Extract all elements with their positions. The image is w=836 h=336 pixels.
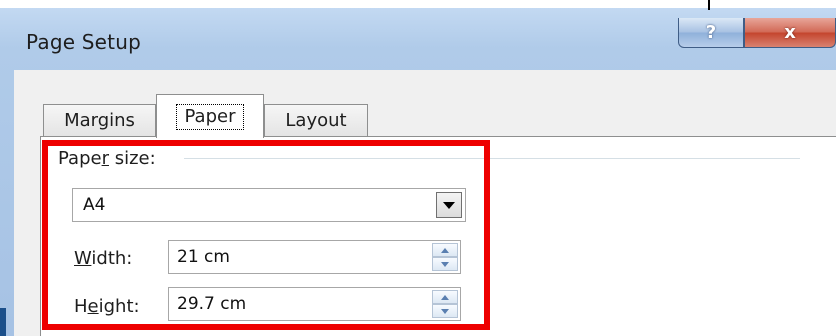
width-stepper[interactable]: 21 cm	[168, 240, 461, 274]
dropdown-arrow-button[interactable]	[436, 192, 462, 218]
tab-margins-label: Margins	[64, 110, 135, 131]
arrow-up-icon	[441, 247, 449, 253]
paper-size-value: A4	[83, 195, 106, 215]
tab-layout-label: Layout	[285, 110, 347, 131]
tab-paper-label: Paper	[175, 103, 245, 130]
height-increment-button[interactable]	[432, 290, 458, 304]
arrow-down-icon	[441, 261, 449, 267]
paper-size-select[interactable]: A4	[72, 188, 466, 222]
height-decrement-button[interactable]	[432, 304, 458, 318]
height-spin-buttons	[432, 290, 458, 318]
tab-margins[interactable]: Margins	[43, 104, 156, 136]
width-decrement-button[interactable]	[432, 257, 458, 271]
corner-mark	[708, 0, 710, 10]
chevron-down-icon	[443, 201, 455, 209]
width-increment-button[interactable]	[432, 243, 458, 257]
height-label: Height:	[74, 296, 140, 317]
height-stepper[interactable]: 29.7 cm	[168, 287, 461, 321]
help-button[interactable]: ?	[678, 18, 744, 48]
arrow-down-icon	[441, 308, 449, 314]
tab-layout[interactable]: Layout	[264, 104, 368, 136]
paper-size-group-label: Paper size:	[58, 148, 156, 169]
help-icon: ?	[705, 22, 717, 43]
width-spin-buttons	[432, 243, 458, 271]
arrow-up-icon	[441, 294, 449, 300]
left-edge-accent	[0, 308, 6, 336]
tab-paper[interactable]: Paper	[156, 94, 264, 138]
window-title: Page Setup	[26, 30, 141, 54]
close-button[interactable]: x	[744, 18, 836, 48]
close-icon: x	[784, 22, 796, 43]
height-value: 29.7 cm	[177, 294, 247, 314]
width-label: Width:	[74, 248, 133, 269]
group-divider	[184, 158, 800, 159]
width-value: 21 cm	[177, 247, 230, 267]
